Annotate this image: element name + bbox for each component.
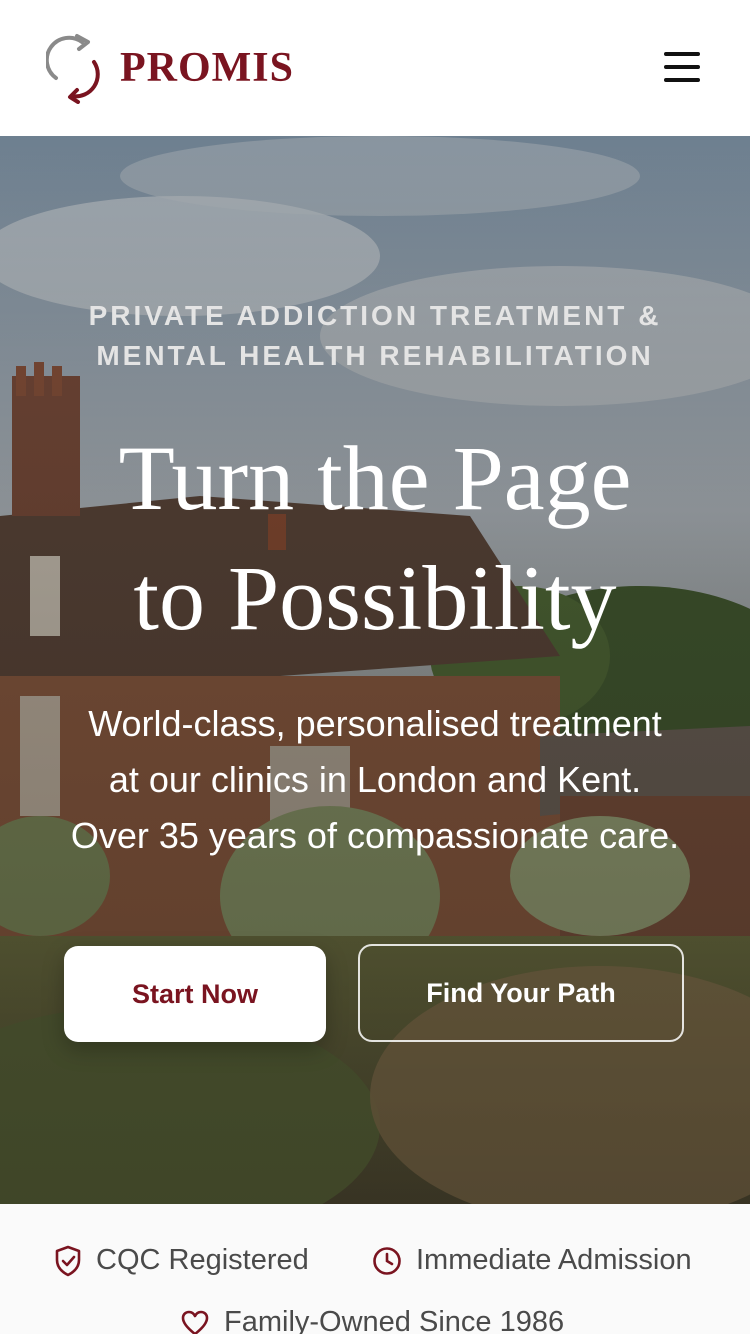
hero-description: World-class, personalised treatment at o… xyxy=(0,696,750,864)
headline-line: to Possibility xyxy=(133,547,617,649)
hero-section: PRIVATE ADDICTION TREATMENT & MENTAL HEA… xyxy=(0,136,750,1204)
shield-check-icon xyxy=(55,1245,81,1276)
hamburger-menu-icon[interactable] xyxy=(664,52,700,82)
trust-label: Family-Owned Since 1986 xyxy=(224,1306,565,1334)
hero-kicker: PRIVATE ADDICTION TREATMENT & MENTAL HEA… xyxy=(0,296,750,376)
trust-bar: CQC Registered Immediate Admission Famil… xyxy=(0,1204,750,1334)
kicker-line: MENTAL HEALTH REHABILITATION xyxy=(96,340,654,371)
hero-headline: Turn the Page to Possibility xyxy=(0,418,750,658)
site-header: PROMIS xyxy=(0,0,750,136)
description-line: Over 35 years of compassionate care. xyxy=(70,815,680,856)
trust-item-cqc: CQC Registered xyxy=(54,1244,309,1277)
start-now-button[interactable]: Start Now xyxy=(64,946,326,1042)
trust-label: Immediate Admission xyxy=(416,1244,692,1276)
brand-logo[interactable]: PROMIS xyxy=(46,32,294,104)
brand-name: PROMIS xyxy=(120,45,294,91)
trust-item-admission: Immediate Admission xyxy=(372,1244,692,1277)
clock-icon xyxy=(373,1246,401,1275)
kicker-line: PRIVATE ADDICTION TREATMENT & xyxy=(88,300,662,331)
circular-arrows-logo-icon xyxy=(46,34,100,104)
find-your-path-button[interactable]: Find Your Path xyxy=(358,944,684,1042)
description-line: World-class, personalised treatment xyxy=(88,703,662,744)
trust-item-family: Family-Owned Since 1986 xyxy=(180,1306,564,1334)
description-line: at our clinics in London and Kent. xyxy=(108,759,642,800)
trust-label: CQC Registered xyxy=(96,1244,309,1276)
headline-line: Turn the Page xyxy=(118,427,632,529)
heart-icon xyxy=(181,1310,209,1334)
